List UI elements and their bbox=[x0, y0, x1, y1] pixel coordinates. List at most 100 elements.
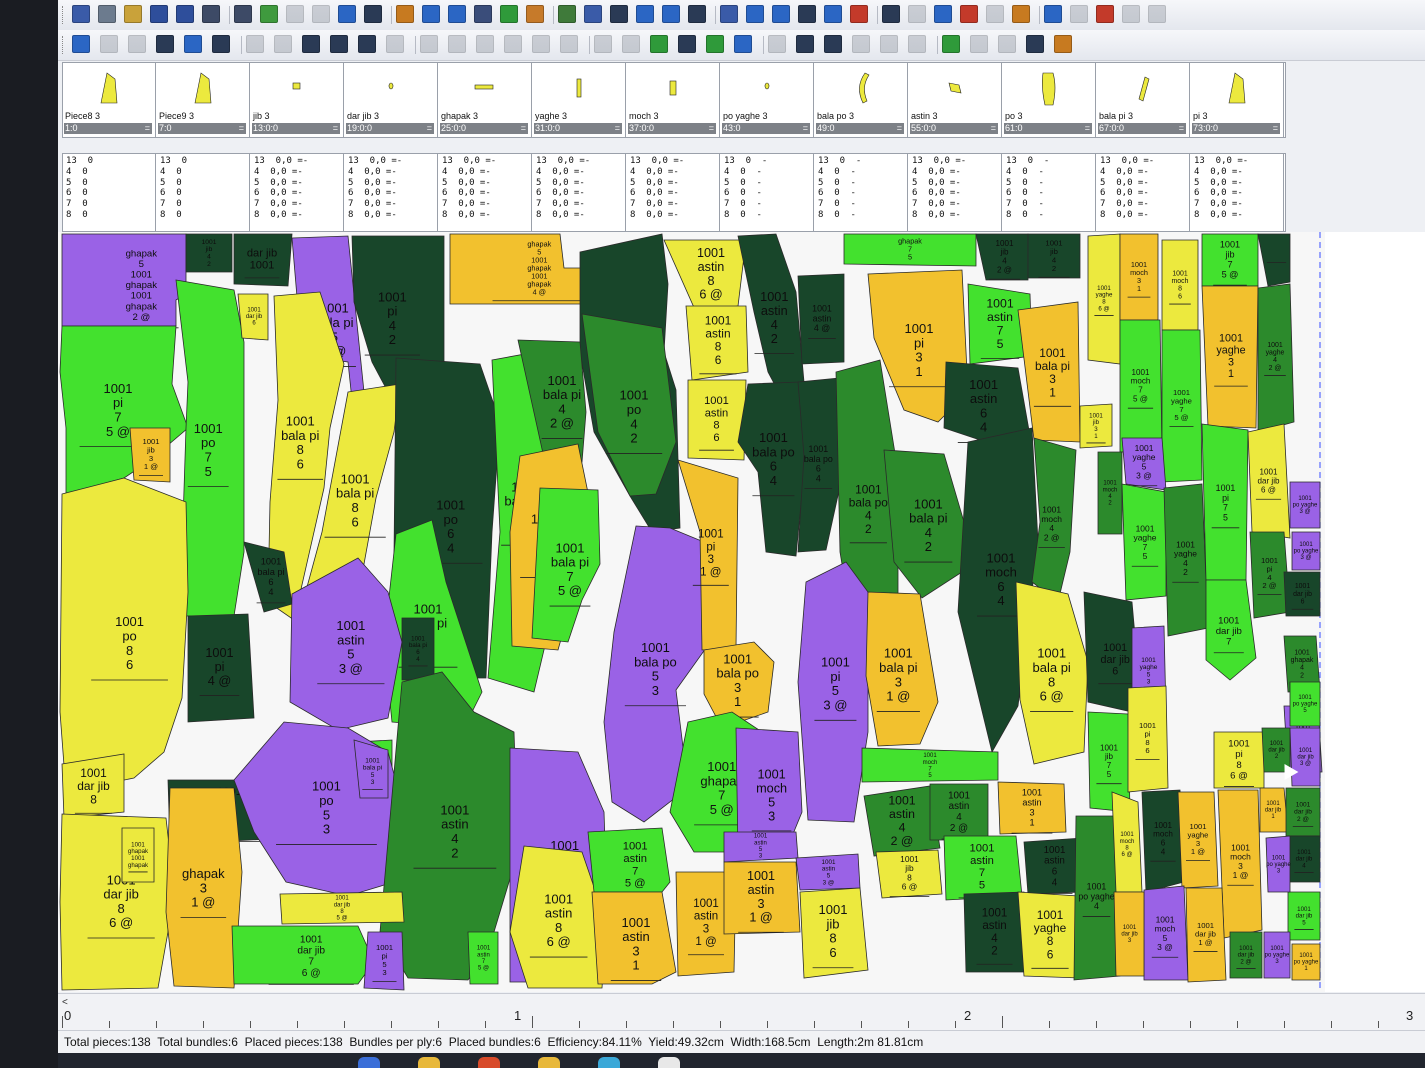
layers-icon[interactable] bbox=[558, 5, 576, 23]
marker-piece[interactable]: 1001pi86 bbox=[1127, 685, 1169, 793]
piece-menu-icon[interactable]: = bbox=[1179, 123, 1184, 134]
piece-list-icon[interactable] bbox=[396, 5, 414, 23]
step-back-icon[interactable] bbox=[100, 35, 118, 53]
marker-piece[interactable]: 1001jib86 @ bbox=[875, 849, 943, 899]
marker-piece[interactable]: 1001yaghe31 bbox=[1201, 285, 1259, 429]
piece-menu-icon[interactable]: = bbox=[709, 123, 714, 134]
size-quantity-column[interactable]: 13 04 05 06 07 08 0 bbox=[63, 154, 156, 231]
piece-cell[interactable]: moch 3 37:0:0 = bbox=[627, 63, 720, 137]
marker-piece[interactable]: 1001moch75 bbox=[861, 747, 999, 783]
marker-piece[interactable]: 1001yaghe53 @ bbox=[1121, 437, 1167, 491]
fabric-icon[interactable] bbox=[986, 5, 1004, 23]
marker-piece[interactable]: 1001yaghe42 bbox=[1163, 483, 1209, 637]
grid-dim-icon[interactable] bbox=[386, 35, 404, 53]
marker-piece[interactable]: 1001yaghe75 @ bbox=[1161, 329, 1203, 483]
marker-piece[interactable]: 1001dar jib1 bbox=[1259, 787, 1289, 833]
marker-piece[interactable]: 1001po yaghe3 bbox=[1265, 835, 1292, 893]
size-quantity-column[interactable]: 13 0,0 =- 4 0,0 =- 5 0,0 =- 6 0,0 =- 7 0,0 =… bbox=[533, 154, 626, 231]
marker-piece[interactable]: 1001jib31 bbox=[1079, 403, 1113, 449]
marker-piece[interactable]: 1001dar jib3 @ bbox=[1289, 727, 1321, 787]
chart-icon[interactable] bbox=[960, 5, 978, 23]
globe-icon[interactable] bbox=[526, 5, 544, 23]
piece-cell[interactable]: dar jib 3 19:0:0 = bbox=[345, 63, 438, 137]
arrow-left-icon[interactable] bbox=[448, 35, 466, 53]
piece-position-field[interactable]: 1:0 = bbox=[64, 123, 152, 134]
marker-piece[interactable]: 1001astin31 bbox=[591, 891, 677, 985]
diagonal-icon[interactable] bbox=[274, 35, 292, 53]
marker-piece[interactable]: 1001astin31 @ bbox=[723, 861, 801, 935]
marker-piece[interactable]: 1001yaghe42 @ bbox=[1257, 283, 1295, 433]
measure-icon[interactable] bbox=[720, 5, 738, 23]
save-as-icon[interactable] bbox=[176, 5, 194, 23]
length-ruler[interactable]: < 0 1 2 3 bbox=[58, 993, 1425, 1030]
zoom-fit-icon[interactable] bbox=[338, 5, 356, 23]
piece-position-field[interactable]: 31:0:0 = bbox=[534, 123, 622, 134]
marker-piece[interactable]: 1001po yaghe3 @ bbox=[1289, 481, 1321, 529]
marker-piece[interactable]: 1001moch53 @ bbox=[1143, 885, 1189, 981]
piece-menu-icon[interactable]: = bbox=[615, 123, 620, 134]
toolbar-grip[interactable] bbox=[62, 36, 66, 54]
chart-bars-icon[interactable] bbox=[212, 35, 230, 53]
tool-icon[interactable] bbox=[1026, 35, 1044, 53]
bump-icon[interactable] bbox=[560, 35, 578, 53]
toolbar-grip[interactable] bbox=[62, 6, 66, 24]
piece-position-field[interactable]: 49:0 = bbox=[816, 123, 904, 134]
close-window-icon[interactable] bbox=[850, 5, 868, 23]
piece-position-field[interactable]: 37:0:0 = bbox=[628, 123, 716, 134]
marker-piece[interactable]: 1001yaghe31 @ bbox=[1177, 791, 1219, 889]
marker-piece[interactable]: 1001dar jib76 @ bbox=[231, 925, 375, 985]
marker-piece-shape[interactable] bbox=[59, 813, 173, 991]
piece-position-field[interactable]: 55:0:0 = bbox=[910, 123, 998, 134]
marker-piece[interactable]: 1001astin42 @ bbox=[863, 785, 941, 857]
align-icon[interactable] bbox=[584, 5, 602, 23]
marker-piece[interactable]: 1001yaghe86 bbox=[1017, 891, 1081, 979]
piece-cell[interactable]: po 3 61:0 = bbox=[1003, 63, 1096, 137]
marker-piece[interactable]: 1001astin75 @ bbox=[467, 931, 499, 985]
marker-piece[interactable]: 1001dar jib85 @ bbox=[279, 891, 405, 925]
marker-piece[interactable]: 1001bala pi53 bbox=[353, 739, 389, 799]
unstack-icon[interactable] bbox=[824, 35, 842, 53]
size-quantity-column[interactable]: 13 0,0 =- 4 0,0 =- 5 0,0 =- 6 0,0 =- 7 0,0 =… bbox=[439, 154, 532, 231]
grid-icon[interactable] bbox=[882, 5, 900, 23]
marker-piece[interactable]: 1001po yaghe3 @ bbox=[1291, 531, 1321, 571]
marker-piece[interactable]: 1001po yaghe1 bbox=[1291, 943, 1321, 981]
zoom-icon[interactable] bbox=[688, 5, 706, 23]
size-quantity-column[interactable]: 13 0,0 =- 4 0,0 =- 5 0,0 =- 6 0,0 =- 7 0,0 =… bbox=[909, 154, 1002, 231]
piece-menu-icon[interactable]: = bbox=[145, 123, 150, 134]
marker-piece[interactable]: ghapak31 @ bbox=[165, 787, 243, 989]
piece-menu-icon[interactable]: = bbox=[521, 123, 526, 134]
marker-piece[interactable]: dar jib1001 bbox=[233, 233, 293, 287]
recycle-icon[interactable] bbox=[500, 5, 518, 23]
marker-piece[interactable]: 1001dar jib8 bbox=[61, 753, 125, 819]
piece-position-field[interactable]: 67:0:0 = bbox=[1098, 123, 1186, 134]
piece-menu-icon[interactable]: = bbox=[1085, 123, 1090, 134]
pin-icon[interactable] bbox=[662, 5, 680, 23]
piece-cell[interactable]: pi 3 73:0:0 = bbox=[1191, 63, 1284, 137]
marker-piece[interactable]: 1001astin75 @ bbox=[587, 827, 671, 897]
size-quantity-column[interactable]: 13 0,0 =- 4 0,0 =- 5 0,0 =- 6 0,0 =- 7 0,0 =… bbox=[345, 154, 438, 231]
marker-piece[interactable]: 1001dar jib2 @ bbox=[1229, 931, 1263, 979]
step-forward-icon[interactable] bbox=[128, 35, 146, 53]
print-icon[interactable] bbox=[202, 5, 220, 23]
nudge-icon[interactable] bbox=[594, 35, 612, 53]
list-icon[interactable] bbox=[358, 35, 376, 53]
marker-piece[interactable]: 1001yaghe75 bbox=[1121, 483, 1167, 601]
marker-piece[interactable]: ghapak75 bbox=[843, 233, 977, 267]
app-icon[interactable] bbox=[538, 1057, 560, 1068]
flip-icon[interactable] bbox=[772, 5, 790, 23]
redo-icon[interactable] bbox=[312, 5, 330, 23]
marker-piece[interactable]: 1001astin42 bbox=[963, 891, 1025, 973]
open-icon[interactable] bbox=[124, 5, 142, 23]
info-icon[interactable] bbox=[474, 5, 492, 23]
new-icon[interactable] bbox=[98, 5, 116, 23]
app3-icon[interactable] bbox=[658, 1057, 680, 1068]
refresh-icon[interactable] bbox=[650, 35, 668, 53]
marker-piece[interactable]: 1001pi86 @ bbox=[1213, 731, 1265, 789]
marker-piece[interactable]: 1001moch86 bbox=[1161, 239, 1199, 331]
piece-cell[interactable]: Piece9 3 7:0 = bbox=[157, 63, 250, 137]
move-up-icon[interactable] bbox=[532, 35, 550, 53]
report-icon[interactable] bbox=[1148, 5, 1166, 23]
marker-piece[interactable]: 1001jib31 @ bbox=[129, 427, 171, 483]
lock-icon[interactable] bbox=[880, 35, 898, 53]
angle-icon[interactable] bbox=[678, 35, 696, 53]
